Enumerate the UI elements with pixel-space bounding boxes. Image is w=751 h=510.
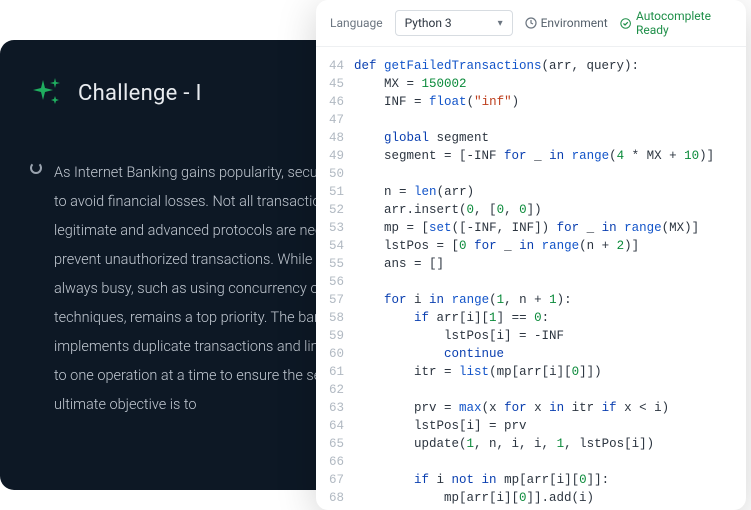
code-line[interactable]: if arr[i][1] == 0: [354,309,746,327]
autocomplete-status[interactable]: Autocomplete Ready [620,9,732,37]
line-number: 66 [316,453,344,471]
line-number: 45 [316,75,344,93]
code-line[interactable] [354,381,746,399]
check-circle-icon [620,17,631,30]
code-line[interactable]: arr.insert(0, [0, 0]) [354,201,746,219]
chevron-down-icon: ▾ [498,18,503,29]
code-content[interactable]: def getFailedTransactions(arr, query): M… [354,57,746,510]
line-number: 46 [316,93,344,111]
line-number: 56 [316,273,344,291]
editor-toolbar: Language Python 3 ▾ Environment Autocomp… [316,0,746,47]
line-number: 47 [316,111,344,129]
language-label: Language [330,16,383,30]
code-line[interactable]: mp = [set([-INF, INF]) for _ in range(MX… [354,219,746,237]
code-line[interactable]: def getFailedTransactions(arr, query): [354,57,746,75]
line-number: 67 [316,471,344,489]
sparkle-icon [30,76,64,110]
line-number: 48 [316,129,344,147]
line-number: 50 [316,165,344,183]
environment-label: Environment [541,16,608,30]
line-number: 62 [316,381,344,399]
line-number: 57 [316,291,344,309]
line-number: 54 [316,237,344,255]
line-number: 63 [316,399,344,417]
loading-spinner-icon [30,162,42,174]
code-line[interactable] [354,165,746,183]
code-line[interactable]: if i not in mp[arr[i][0]]: [354,471,746,489]
autocomplete-label: Autocomplete Ready [636,9,732,37]
line-number: 65 [316,435,344,453]
line-number: 44 [316,57,344,75]
code-line[interactable]: update(1, n, i, i, 1, lstPos[i]) [354,435,746,453]
code-area[interactable]: 4445464748495051525354555657585960616263… [316,47,746,510]
code-line[interactable]: lstPos[i] = prv [354,417,746,435]
code-editor-panel: Language Python 3 ▾ Environment Autocomp… [316,0,746,510]
code-line[interactable] [354,111,746,129]
code-line[interactable]: ans = [] [354,255,746,273]
line-number: 59 [316,327,344,345]
code-line[interactable]: n = len(arr) [354,183,746,201]
code-line[interactable]: global segment [354,129,746,147]
line-number: 51 [316,183,344,201]
code-line[interactable]: itr = list(mp[arr[i][0]]) [354,363,746,381]
code-line[interactable]: lstPos = [0 for _ in range(n + 2)] [354,237,746,255]
code-line[interactable]: INF = float("inf") [354,93,746,111]
code-line[interactable]: MX = 150002 [354,75,746,93]
challenge-title: Challenge - I [78,81,202,106]
line-number: 58 [316,309,344,327]
language-value: Python 3 [405,16,452,30]
code-line[interactable] [354,273,746,291]
line-number: 49 [316,147,344,165]
environment-button[interactable]: Environment [525,16,608,30]
line-number: 60 [316,345,344,363]
code-line[interactable]: mp[arr[i][0]].add(i) [354,489,746,507]
clock-icon [525,17,537,29]
code-line[interactable]: for i in range(1, n + 1): [354,291,746,309]
line-number: 53 [316,219,344,237]
line-number: 55 [316,255,344,273]
line-number: 61 [316,363,344,381]
language-select[interactable]: Python 3 ▾ [395,10,513,36]
line-number: 52 [316,201,344,219]
code-line[interactable]: segment = [-INF for _ in range(4 * MX + … [354,147,746,165]
code-line[interactable] [354,453,746,471]
code-line[interactable]: prv = max(x for x in itr if x < i) [354,399,746,417]
line-number: 64 [316,417,344,435]
line-number-gutter: 4445464748495051525354555657585960616263… [316,57,354,510]
line-number: 68 [316,489,344,507]
code-line[interactable]: continue [354,345,746,363]
code-line[interactable]: lstPos[i] = -INF [354,327,746,345]
